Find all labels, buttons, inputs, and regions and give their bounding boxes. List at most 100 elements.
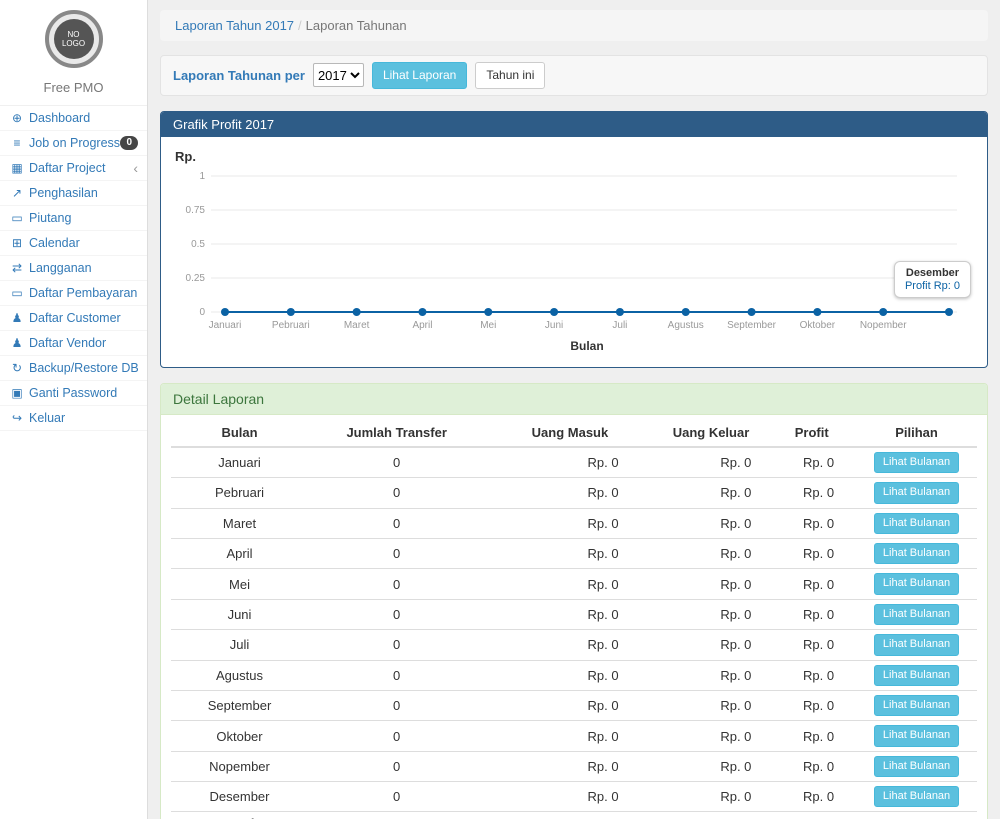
svg-text:Mei: Mei: [480, 320, 496, 331]
sidebar-item-daftar-customer[interactable]: ♟Daftar Customer: [0, 306, 147, 331]
uang-masuk-cell: Rp. 0: [485, 447, 654, 478]
profit-chart-svg: 10.750.50.250JanuariPebruariMaretAprilMe…: [175, 166, 973, 362]
sidebar-menu: ⊕Dashboard≡Job on Progress0▦Daftar Proje…: [0, 105, 147, 431]
sidebar-item-dashboard[interactable]: ⊕Dashboard: [0, 106, 147, 131]
report-row-desember: Desember0Rp. 0Rp. 0Rp. 0Lihat Bulanan: [171, 782, 977, 812]
breadcrumb-link-laporan-tahun[interactable]: Laporan Tahun 2017: [175, 18, 294, 33]
transfer-cell: 0: [308, 447, 485, 478]
view-month-button-januari[interactable]: Lihat Bulanan: [874, 452, 959, 473]
breadcrumb: Laporan Tahun 2017/Laporan Tahunan: [160, 10, 988, 41]
lock-icon: ▣: [9, 386, 25, 400]
this-year-button[interactable]: Tahun ini: [475, 62, 545, 89]
transfer-cell: 0: [308, 751, 485, 781]
view-month-button-agustus[interactable]: Lihat Bulanan: [874, 665, 959, 686]
column-header-jumlah-transfer: Jumlah Transfer: [308, 419, 485, 447]
main-content: Laporan Tahun 2017/Laporan Tahunan Lapor…: [148, 0, 1000, 819]
uang-masuk-cell: Rp. 0: [485, 782, 654, 812]
tasks-icon: ≡: [9, 136, 25, 150]
uang-keluar-cell: Rp. 0: [655, 478, 768, 508]
sidebar-item-piutang[interactable]: ▭Piutang: [0, 206, 147, 231]
sidebar-item-daftar-project[interactable]: ▦Daftar Project‹: [0, 156, 147, 181]
sidebar-item-label: Ganti Password: [29, 386, 138, 400]
svg-text:Oktober: Oktober: [800, 320, 836, 331]
logo-circle: NO LOGO: [45, 10, 103, 68]
view-month-button-juni[interactable]: Lihat Bulanan: [874, 604, 959, 625]
profit-cell: Rp. 0: [767, 447, 856, 478]
sidebar-item-daftar-pembayaran[interactable]: ▭Daftar Pembayaran: [0, 281, 147, 306]
report-row-agustus: Agustus0Rp. 0Rp. 0Rp. 0Lihat Bulanan: [171, 660, 977, 690]
view-month-button-juli[interactable]: Lihat Bulanan: [874, 634, 959, 655]
uang-masuk-cell: Rp. 0: [485, 630, 654, 660]
svg-text:0.5: 0.5: [191, 239, 205, 250]
uang-keluar-cell: Rp. 0: [655, 630, 768, 660]
transfer-cell: 0: [308, 782, 485, 812]
view-month-button-mei[interactable]: Lihat Bulanan: [874, 573, 959, 594]
users-icon: ♟: [9, 311, 25, 325]
sidebar-item-label: Calendar: [29, 236, 138, 250]
credit-card-icon: ▭: [9, 211, 25, 225]
action-cell: Lihat Bulanan: [856, 630, 977, 660]
total-profit-cell: Rp. 0: [767, 812, 856, 819]
uang-keluar-cell: Rp. 0: [655, 660, 768, 690]
report-total-row: Total0Rp. 0Rp. 0Rp. 0: [171, 812, 977, 819]
svg-text:Maret: Maret: [344, 320, 370, 331]
uang-masuk-cell: Rp. 0: [485, 721, 654, 751]
view-month-button-april[interactable]: Lihat Bulanan: [874, 543, 959, 564]
column-header-uang-masuk: Uang Masuk: [485, 419, 654, 447]
sidebar-item-backup-restore-db[interactable]: ↻ Backup/Restore DB: [0, 356, 147, 381]
action-cell: Lihat Bulanan: [856, 569, 977, 599]
sidebar-item-daftar-vendor[interactable]: ♟Daftar Vendor: [0, 331, 147, 356]
view-month-button-nopember[interactable]: Lihat Bulanan: [874, 756, 959, 777]
sidebar-item-ganti-password[interactable]: ▣ Ganti Password: [0, 381, 147, 406]
view-month-button-pebruari[interactable]: Lihat Bulanan: [874, 482, 959, 503]
month-cell: Juli: [171, 630, 308, 660]
view-month-button-september[interactable]: Lihat Bulanan: [874, 695, 959, 716]
transfer-cell: 0: [308, 690, 485, 720]
report-row-juni: Juni0Rp. 0Rp. 0Rp. 0Lihat Bulanan: [171, 599, 977, 629]
year-filter-label: Laporan Tahunan per: [173, 68, 305, 83]
profit-cell: Rp. 0: [767, 721, 856, 751]
profit-chart-panel-title: Grafik Profit 2017: [161, 112, 987, 137]
backup-restore-icon: ↻: [9, 361, 25, 375]
month-cell: Desember: [171, 782, 308, 812]
sidebar-item-penghasilan[interactable]: ↗Penghasilan: [0, 181, 147, 206]
sidebar-item-job-on-progress[interactable]: ≡Job on Progress0: [0, 131, 147, 156]
uang-keluar-cell: Rp. 0: [655, 751, 768, 781]
transfer-cell: 0: [308, 630, 485, 660]
uang-keluar-cell: Rp. 0: [655, 447, 768, 478]
total-transfer-cell: 0: [308, 812, 485, 819]
view-month-button-maret[interactable]: Lihat Bulanan: [874, 513, 959, 534]
sidebar-item-calendar[interactable]: ⊞Calendar: [0, 231, 147, 256]
uang-keluar-cell: Rp. 0: [655, 721, 768, 751]
sign-out-icon: ↪: [9, 411, 25, 425]
report-table-wrap: BulanJumlah TransferUang MasukUang Kelua…: [161, 415, 987, 819]
column-header-bulan: Bulan: [171, 419, 308, 447]
view-month-button-desember[interactable]: Lihat Bulanan: [874, 786, 959, 807]
action-cell: Lihat Bulanan: [856, 782, 977, 812]
sidebar-item-label: Daftar Project: [29, 161, 133, 175]
month-cell: Oktober: [171, 721, 308, 751]
action-cell: Lihat Bulanan: [856, 478, 977, 508]
detail-report-panel: Detail Laporan BulanJumlah TransferUang …: [160, 383, 988, 819]
column-header-pilihan: Pilihan: [856, 419, 977, 447]
svg-text:0.25: 0.25: [186, 273, 206, 284]
month-cell: Nopember: [171, 751, 308, 781]
svg-text:Januari: Januari: [209, 320, 242, 331]
sidebar-item-langganan[interactable]: ⇄Langganan: [0, 256, 147, 281]
brand-name: Free PMO: [0, 72, 147, 105]
view-month-button-oktober[interactable]: Lihat Bulanan: [874, 725, 959, 746]
chart-y-axis-label: Rp.: [175, 149, 973, 164]
sidebar-item-label: Backup/Restore DB: [29, 361, 138, 375]
sidebar-item-label: Langganan: [29, 261, 138, 275]
year-select[interactable]: 2017: [313, 63, 364, 87]
chart-line-icon: ↗: [9, 186, 25, 200]
transfer-cell: 0: [308, 599, 485, 629]
sidebar-item-keluar[interactable]: ↪Keluar: [0, 406, 147, 431]
view-report-button[interactable]: Lihat Laporan: [372, 62, 467, 89]
report-header-row: BulanJumlah TransferUang MasukUang Kelua…: [171, 419, 977, 447]
report-row-september: September0Rp. 0Rp. 0Rp. 0Lihat Bulanan: [171, 690, 977, 720]
transfer-cell: 0: [308, 660, 485, 690]
report-row-juli: Juli0Rp. 0Rp. 0Rp. 0Lihat Bulanan: [171, 630, 977, 660]
svg-text:Pebruari: Pebruari: [272, 320, 310, 331]
action-cell: Lihat Bulanan: [856, 751, 977, 781]
